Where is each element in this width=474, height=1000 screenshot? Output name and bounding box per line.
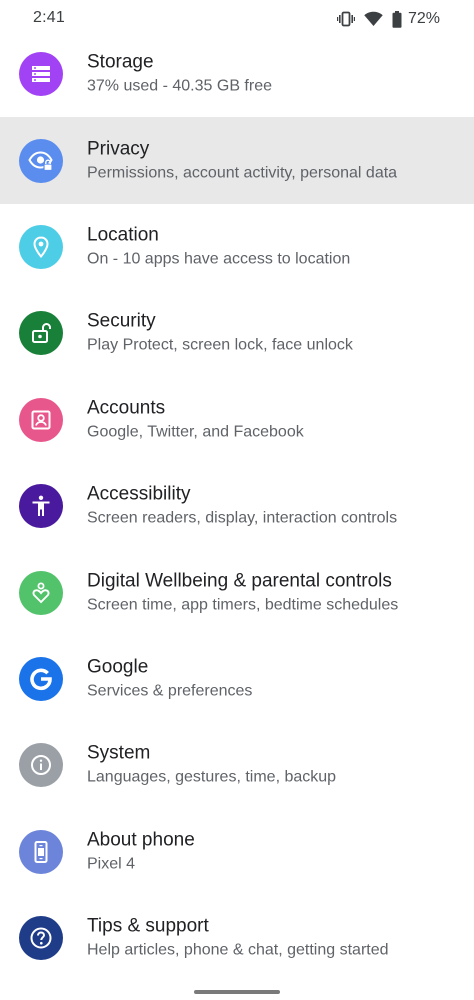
settings-item-subtitle: On - 10 apps have access to location bbox=[87, 250, 351, 268]
account-box-icon bbox=[19, 397, 63, 442]
settings-item-storage[interactable]: Storage 37% used - 40.35 GB free bbox=[0, 31, 474, 117]
settings-item-text: Location On - 10 apps have access to loc… bbox=[87, 223, 467, 270]
settings-item-accessibility[interactable]: Accessibility Screen readers, display, i… bbox=[0, 463, 474, 549]
settings-item-title: Tips & support bbox=[87, 915, 209, 937]
info-icon bbox=[19, 743, 63, 788]
settings-item-about-phone[interactable]: About phone Pixel 4 bbox=[0, 809, 474, 895]
settings-item-text: Accounts Google, Twitter, and Facebook bbox=[87, 396, 467, 443]
unlocked-padlock-icon bbox=[19, 311, 63, 356]
settings-item-title: Accounts bbox=[87, 397, 166, 419]
settings-item-subtitle: 37% used - 40.35 GB free bbox=[87, 77, 272, 95]
privacy-eye-icon bbox=[19, 138, 63, 183]
settings-item-text: Storage 37% used - 40.35 GB free bbox=[87, 51, 467, 98]
settings-item-privacy[interactable]: Privacy Permissions, account activity, p… bbox=[0, 117, 474, 204]
gesture-nav-handle[interactable] bbox=[194, 990, 280, 994]
settings-item-subtitle: Screen time, app timers, bedtime schedul… bbox=[87, 596, 399, 614]
settings-item-text: Digital Wellbeing & parental controls Sc… bbox=[87, 569, 467, 616]
vibrate-icon bbox=[336, 11, 355, 27]
settings-item-location[interactable]: Location On - 10 apps have access to loc… bbox=[0, 204, 474, 290]
settings-item-title: Security bbox=[87, 310, 156, 332]
settings-item-title: Digital Wellbeing & parental controls bbox=[87, 570, 392, 592]
settings-item-digital-wellbeing[interactable]: Digital Wellbeing & parental controls Sc… bbox=[0, 549, 474, 635]
wellbeing-heart-icon bbox=[19, 570, 63, 615]
location-pin-icon bbox=[19, 224, 63, 269]
settings-item-subtitle: Languages, gestures, time, backup bbox=[87, 768, 337, 786]
settings-item-subtitle: Services & preferences bbox=[87, 682, 253, 700]
settings-item-text: Privacy Permissions, account activity, p… bbox=[87, 137, 467, 184]
settings-item-subtitle: Google, Twitter, and Facebook bbox=[87, 423, 304, 441]
settings-list: Storage 37% used - 40.35 GB free Privacy… bbox=[0, 31, 474, 981]
settings-item-title: About phone bbox=[87, 829, 195, 851]
settings-item-subtitle: Permissions, account activity, personal … bbox=[87, 164, 398, 182]
settings-item-subtitle: Play Protect, screen lock, face unlock bbox=[87, 336, 353, 354]
battery-icon bbox=[392, 10, 402, 28]
storage-icon bbox=[19, 52, 63, 97]
phone-device-icon bbox=[19, 829, 63, 874]
settings-item-tips-support[interactable]: Tips & support Help articles, phone & ch… bbox=[0, 895, 474, 981]
google-g-icon bbox=[19, 656, 63, 701]
settings-item-system[interactable]: System Languages, gestures, time, backup bbox=[0, 722, 474, 808]
settings-item-title: Google bbox=[87, 656, 149, 678]
settings-item-google[interactable]: Google Services & preferences bbox=[0, 636, 474, 722]
wifi-icon bbox=[364, 11, 383, 27]
settings-item-text: Security Play Protect, screen lock, face… bbox=[87, 310, 467, 357]
settings-item-subtitle: Help articles, phone & chat, getting sta… bbox=[87, 941, 389, 959]
settings-item-security[interactable]: Security Play Protect, screen lock, face… bbox=[0, 290, 474, 376]
accessibility-person-icon bbox=[19, 484, 63, 529]
settings-item-title: Privacy bbox=[87, 138, 150, 160]
settings-item-text: Google Services & preferences bbox=[87, 655, 467, 702]
settings-item-subtitle: Pixel 4 bbox=[87, 855, 136, 873]
help-question-icon bbox=[19, 916, 63, 961]
status-time: 2:41 bbox=[33, 9, 65, 26]
settings-item-title: Accessibility bbox=[87, 483, 191, 505]
settings-item-subtitle: Screen readers, display, interaction con… bbox=[87, 509, 398, 527]
settings-item-text: Accessibility Screen readers, display, i… bbox=[87, 483, 467, 530]
settings-item-text: About phone Pixel 4 bbox=[87, 828, 467, 875]
status-icons: 72% bbox=[336, 9, 440, 29]
settings-item-text: System Languages, gestures, time, backup bbox=[87, 742, 467, 789]
settings-item-text: Tips & support Help articles, phone & ch… bbox=[87, 915, 467, 962]
settings-item-title: Storage bbox=[87, 51, 154, 73]
settings-item-title: System bbox=[87, 742, 151, 764]
settings-item-accounts[interactable]: Accounts Google, Twitter, and Facebook bbox=[0, 377, 474, 463]
settings-item-title: Location bbox=[87, 224, 159, 246]
battery-percentage: 72% bbox=[407, 10, 440, 27]
